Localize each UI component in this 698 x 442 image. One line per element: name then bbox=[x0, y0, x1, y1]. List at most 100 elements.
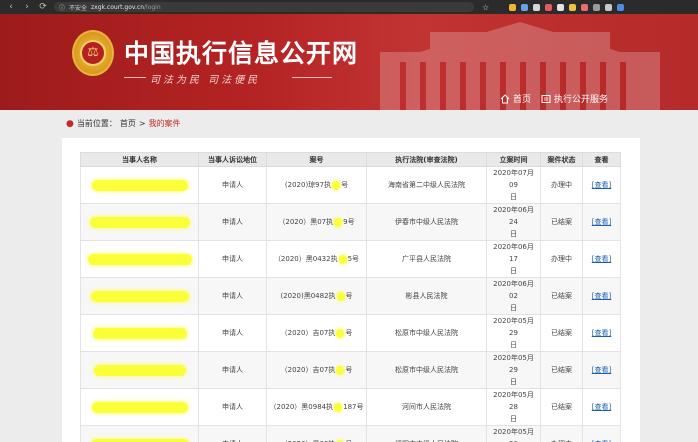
court-cell: 广平县人民法院 bbox=[366, 240, 487, 278]
redacted-digit bbox=[334, 402, 343, 412]
breadcrumb-home[interactable]: 首页 bbox=[120, 118, 136, 129]
location-pin-icon: ● bbox=[66, 118, 74, 129]
column-header: 查看 bbox=[582, 152, 621, 167]
back-icon[interactable]: ‹ bbox=[6, 0, 16, 14]
view-cell: [查看] bbox=[582, 314, 621, 352]
extension-icon[interactable] bbox=[509, 3, 517, 11]
party-role-cell: 申请人 bbox=[198, 351, 267, 389]
extension-icon[interactable] bbox=[557, 3, 565, 11]
filing-date-cell: 2020年05月28日 bbox=[486, 425, 541, 442]
column-header: 执行法院(审查法院) bbox=[366, 152, 487, 167]
view-link[interactable]: [查看] bbox=[592, 329, 611, 337]
table-row: 申请人（2020）黑06执号绥阳市中级人民法院2020年05月28日办理中[查看… bbox=[80, 425, 621, 442]
bookmark-star-icon[interactable]: ☆ bbox=[482, 3, 489, 12]
view-link[interactable]: [查看] bbox=[592, 255, 611, 263]
table-row: 申请人 （2020）吉07执号松原市中级人民法院 2020年05月29 日已结案 [查看… bbox=[80, 314, 621, 352]
party-name-cell bbox=[80, 425, 199, 442]
redacted-name bbox=[92, 327, 187, 339]
redacted-name bbox=[89, 216, 190, 228]
case-status-cell: 办理中 bbox=[540, 240, 583, 278]
case-table: 当事人名称 当事人诉讼地位 案号 执行法院(审查法院) 立案时间 案件状态 查看 申请人 (2… bbox=[80, 152, 621, 442]
court-cell: 彬县人民法院 bbox=[366, 277, 487, 315]
party-role-cell: 申请人 bbox=[198, 388, 267, 426]
party-role-cell: 申请人 bbox=[198, 240, 267, 278]
slogan-divider bbox=[292, 77, 332, 78]
redacted-name bbox=[87, 253, 192, 265]
filing-date-cell: 2020年05月29 日 bbox=[486, 314, 541, 352]
breadcrumb: ● 当前位置： 首页 > 我的案件 bbox=[66, 118, 181, 129]
case-status-cell: 办理中 bbox=[540, 425, 583, 442]
redacted-digit bbox=[338, 254, 347, 264]
column-header: 当事人名称 bbox=[80, 152, 199, 167]
party-name-cell bbox=[80, 351, 199, 389]
url-text: zxgk.court.gov.cn/login bbox=[91, 3, 161, 11]
filing-date-cell: 2020年06月02 日 bbox=[486, 277, 541, 315]
reload-icon[interactable]: ⟳ bbox=[38, 0, 48, 14]
table-row: 申请人 (2020)琼97执号海南省第二中级人民法院 2020年07月09 日办理中 [… bbox=[80, 166, 621, 204]
view-cell: [查看] bbox=[582, 203, 621, 241]
case-number-cell: （2020）吉07执号 bbox=[266, 314, 367, 352]
redacted-digit bbox=[336, 365, 345, 375]
court-cell: 绥阳市中级人民法院 bbox=[366, 425, 487, 442]
extension-icon[interactable] bbox=[545, 3, 553, 11]
view-link[interactable]: [查看] bbox=[592, 292, 611, 300]
extension-icon[interactable] bbox=[593, 3, 601, 11]
view-link[interactable]: [查看] bbox=[592, 218, 611, 226]
forward-icon[interactable]: › bbox=[22, 0, 32, 14]
case-number-cell: (2020)黑0482执号 bbox=[266, 277, 367, 315]
view-cell: [查看] bbox=[582, 388, 621, 426]
redacted-digit bbox=[332, 180, 341, 190]
column-header: 案件状态 bbox=[540, 152, 583, 167]
extension-icon[interactable] bbox=[533, 3, 541, 11]
case-status-cell: 已结案 bbox=[540, 203, 583, 241]
extension-icon[interactable] bbox=[605, 3, 613, 11]
column-header: 当事人诉讼地位 bbox=[198, 152, 267, 167]
table-row: 申请人 （2020）黑07执 9号 伊春市中级人民法院 2020年06月24 日已结案 [查… bbox=[80, 203, 621, 241]
case-number-cell: （2020）黑0432执 5号 bbox=[266, 240, 367, 278]
nav-execution-service[interactable]: 执行公开服务 bbox=[541, 92, 608, 105]
party-name-cell bbox=[80, 388, 199, 426]
view-link[interactable]: [查看] bbox=[592, 403, 611, 411]
redacted-digit bbox=[336, 291, 345, 301]
case-status-cell: 已结案 bbox=[540, 314, 583, 352]
column-header: 案号 bbox=[266, 152, 367, 167]
table-row: 申请人 （2020）黑0432执 5号 广平县人民法院 2020年06月17 日办理中 [查… bbox=[80, 240, 621, 278]
case-number-cell: （2020）黑07执 9号 bbox=[266, 203, 367, 241]
filing-date-cell: 2020年06月24 日 bbox=[486, 203, 541, 241]
view-link[interactable]: [查看] bbox=[592, 181, 611, 189]
court-cell: 松原市中级人民法院 bbox=[366, 351, 487, 389]
breadcrumb-current[interactable]: 我的案件 bbox=[149, 118, 181, 129]
party-name-cell bbox=[80, 166, 199, 204]
case-status-cell: 已结案 bbox=[540, 277, 583, 315]
extension-icon[interactable] bbox=[581, 3, 589, 11]
nav-home[interactable]: 首页 bbox=[500, 92, 531, 105]
court-cell: 松原市中级人民法院 bbox=[366, 314, 487, 352]
table-header-row: 当事人名称 当事人诉讼地位 案号 执行法院(审查法院) 立案时间 案件状态 查看 bbox=[80, 152, 621, 167]
extension-icon[interactable] bbox=[617, 3, 625, 11]
party-name-cell bbox=[80, 314, 199, 352]
extension-icon[interactable] bbox=[521, 3, 529, 11]
party-name-cell bbox=[80, 240, 199, 278]
case-number-cell: （2020）吉07执号 bbox=[266, 351, 367, 389]
scales-icon: ⚖ bbox=[80, 40, 106, 66]
table-body: 申请人 (2020)琼97执号海南省第二中级人民法院 2020年07月09 日办理中[… bbox=[80, 166, 621, 442]
court-cell: 海南省第二中级人民法院 bbox=[366, 166, 487, 204]
case-status-cell: 已结案 bbox=[540, 351, 583, 389]
extension-icon[interactable] bbox=[569, 3, 577, 11]
filing-date-cell: 2020年05月28日 bbox=[486, 388, 541, 426]
view-cell: [查看] bbox=[582, 166, 621, 204]
court-cell: 河间市人民法院 bbox=[366, 388, 487, 426]
redacted-name bbox=[91, 179, 188, 191]
table-row: 申请人 （2020）吉07执号松原市中级人民法院 2020年05月29 日已结案 [查看… bbox=[80, 351, 621, 389]
party-name-cell bbox=[80, 277, 199, 315]
filing-date-cell: 2020年07月09 日 bbox=[486, 166, 541, 204]
case-number-cell: (2020)琼97执号 bbox=[266, 166, 367, 204]
view-link[interactable]: [查看] bbox=[592, 366, 611, 374]
filing-date-cell: 2020年06月17 日 bbox=[486, 240, 541, 278]
party-role-cell: 申请人 bbox=[198, 425, 267, 442]
case-status-cell: 办理中 bbox=[540, 166, 583, 204]
redacted-name bbox=[93, 364, 186, 376]
address-bar[interactable]: ⓘ 不安全 zxgk.court.gov.cn/login bbox=[54, 2, 474, 12]
slogan-divider bbox=[124, 77, 146, 78]
case-status-cell: 已结案 bbox=[540, 388, 583, 426]
